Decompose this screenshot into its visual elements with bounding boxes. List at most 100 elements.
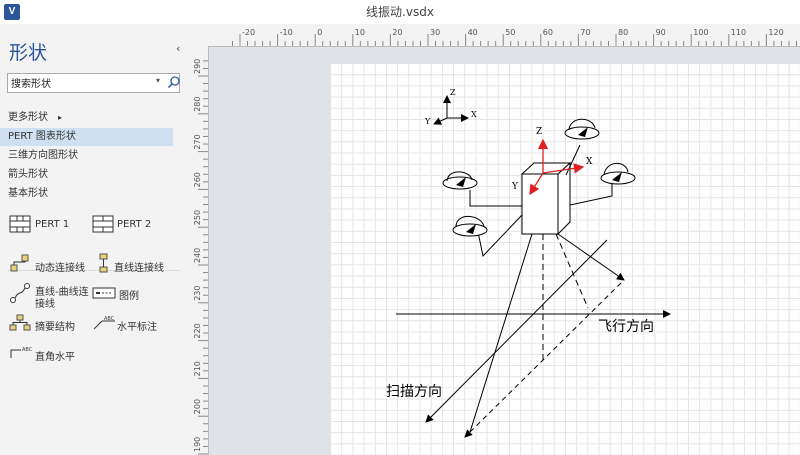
- stencil-curved-connector[interactable]: 直线-曲线连 接线: [9, 282, 94, 310]
- stencil-label: 水平标注: [117, 322, 157, 333]
- stencil-angle-horizontal[interactable]: ABC 直角水平: [9, 344, 94, 366]
- rotor-rear-right[interactable]: [564, 118, 600, 140]
- visio-app-icon[interactable]: V: [4, 4, 20, 20]
- dynamic-connector-icon: [10, 254, 29, 272]
- title-bar: 线振动.vsdx V: [0, 0, 800, 24]
- ruler-label: 100: [693, 28, 708, 37]
- callout-icon-text: ABC: [104, 316, 115, 322]
- ruler-label: 10: [355, 28, 365, 37]
- stencil-label: PERT 2: [117, 219, 152, 230]
- vertical-ruler[interactable]: 290 280 270 260 250 240 230 220 210 200 190: [190, 46, 209, 455]
- rotor-rear-left[interactable]: [452, 215, 488, 237]
- ruler-label: 50: [505, 28, 515, 37]
- nav-basic-shapes[interactable]: 基本形状: [0, 185, 190, 203]
- ruler-label: 70: [580, 28, 590, 37]
- horizontal-ruler[interactable]: -20-100102030405060708090100110120130: [208, 24, 800, 47]
- stencil-label: 直线连接线: [114, 263, 164, 274]
- axis-label-x: X: [586, 157, 593, 167]
- ruler-label: 280: [193, 97, 202, 112]
- legend-icon: [92, 287, 116, 299]
- axis-label-x: X: [471, 110, 477, 119]
- window-title: 线振动.vsdx: [366, 5, 434, 19]
- angle-callout-icon: ABC: [10, 347, 33, 358]
- ruler-ticks: 290 280 270 260 250 240 230 220 210 200 190: [193, 59, 208, 455]
- nav-label: 三维方向图形状: [8, 150, 78, 161]
- stencil-pert2[interactable]: PERT 2: [92, 215, 172, 235]
- search-shapes-input[interactable]: [8, 74, 149, 90]
- ruler-label: 110: [731, 28, 746, 37]
- diagram-drawing: Z X Y 飞行方向 扫描方向 Z X Y: [386, 88, 671, 438]
- line-connector-icon: [99, 253, 108, 273]
- search-icon[interactable]: [167, 75, 181, 89]
- chevron-right-icon: ▸: [58, 113, 63, 122]
- search-dropdown-icon[interactable]: ▾: [156, 76, 160, 85]
- axis-label-y: Y: [511, 182, 519, 192]
- nav-label: 箭头形状: [8, 169, 48, 180]
- summary-structure-icon: [9, 314, 31, 331]
- ruler-label: -20: [242, 28, 255, 37]
- scan-direction-arrow[interactable]: [425, 239, 608, 423]
- ruler-label: 90: [656, 28, 666, 37]
- ruler-label: 0: [317, 28, 322, 37]
- beam-dashed-line: [555, 233, 589, 309]
- ruler-label: 270: [193, 134, 202, 149]
- beam-line-right: [557, 233, 625, 281]
- nav-arrow-shapes[interactable]: 箭头形状: [0, 166, 190, 184]
- stencil-dynamic-connector[interactable]: 动态连接线: [9, 253, 94, 275]
- ruler-label: 260: [193, 172, 202, 187]
- ruler-label: 200: [193, 399, 202, 414]
- drone-body[interactable]: [520, 161, 572, 236]
- stencil-label: 直角水平: [35, 352, 75, 363]
- stencil-pert1[interactable]: PERT 1: [9, 215, 89, 235]
- search-shapes-box: ▾: [7, 73, 180, 93]
- ruler-label: 40: [468, 28, 478, 37]
- stencil-label: PERT 1: [35, 219, 70, 230]
- pert-box-icon: [92, 215, 114, 233]
- nav-3d-directional-shapes[interactable]: 三维方向图形状: [0, 147, 190, 165]
- stencil-label: 摘要结构: [35, 322, 75, 333]
- curved-connector-icon: [10, 283, 30, 303]
- ruler-label: 210: [193, 361, 202, 376]
- ruler-label: 190: [193, 437, 202, 452]
- angle-callout-icon-text: ABC: [22, 347, 33, 353]
- stencil-line-connector[interactable]: 直线连接线: [97, 253, 182, 275]
- stencil-horizontal-callout[interactable]: ABC 水平标注: [92, 314, 177, 336]
- ruler-label: 20: [392, 28, 402, 37]
- ruler-label: -10: [280, 28, 293, 37]
- axis-label-z: Z: [450, 88, 456, 97]
- shapes-panel: 形状 ‹ ▾ 更多形状 ▸ PERT 图表形状 三维方向图形状 箭头形状 基本形状: [0, 24, 191, 455]
- nav-label: PERT 图表形状: [8, 131, 76, 142]
- scan-direction-label[interactable]: 扫描方向: [386, 384, 442, 400]
- ruler-label: 30: [430, 28, 440, 37]
- stencil-label-line2: 接线: [35, 299, 55, 310]
- collapse-panel-button[interactable]: ‹: [176, 42, 180, 55]
- callout-icon: ABC: [93, 316, 115, 330]
- ruler-corner: [190, 24, 209, 47]
- stencil-legend[interactable]: 图例: [92, 286, 177, 306]
- ruler-label: 230: [193, 286, 202, 301]
- shapes-panel-title: 形状: [9, 42, 48, 64]
- stencil-label: 图例: [119, 291, 139, 302]
- ruler-label: 220: [193, 323, 202, 338]
- flight-direction-label[interactable]: 飞行方向: [598, 319, 654, 335]
- axis-label-y: Y: [424, 117, 431, 126]
- nav-pert-chart-shapes[interactable]: PERT 图表形状: [0, 128, 173, 146]
- nav-label: 基本形状: [8, 188, 48, 199]
- rotor-front-left[interactable]: [442, 171, 478, 190]
- axis-label-z: Z: [536, 127, 542, 137]
- stencil-label: 动态连接线: [35, 263, 85, 274]
- pert-box-icon: [9, 215, 31, 233]
- nav-more-shapes[interactable]: 更多形状 ▸: [0, 109, 190, 127]
- nav-more-shapes-label: 更多形状: [8, 112, 48, 123]
- drawing-canvas[interactable]: Z X Y 飞行方向 扫描方向 Z X Y: [209, 47, 800, 455]
- ruler-label: 250: [193, 210, 202, 225]
- ruler-label: 120: [768, 28, 783, 37]
- reference-axes[interactable]: Z X Y: [424, 88, 477, 126]
- ruler-label: 80: [618, 28, 628, 37]
- stencil-nav: 更多形状 ▸ PERT 图表形状 三维方向图形状 箭头形状 基本形状: [0, 109, 190, 204]
- ruler-label: 290: [193, 59, 202, 74]
- rotor-front-right[interactable]: [600, 162, 636, 185]
- beam-line-left: [469, 233, 533, 433]
- stencil-summary-structure[interactable]: 摘要结构: [9, 314, 94, 336]
- ruler-label: 60: [543, 28, 553, 37]
